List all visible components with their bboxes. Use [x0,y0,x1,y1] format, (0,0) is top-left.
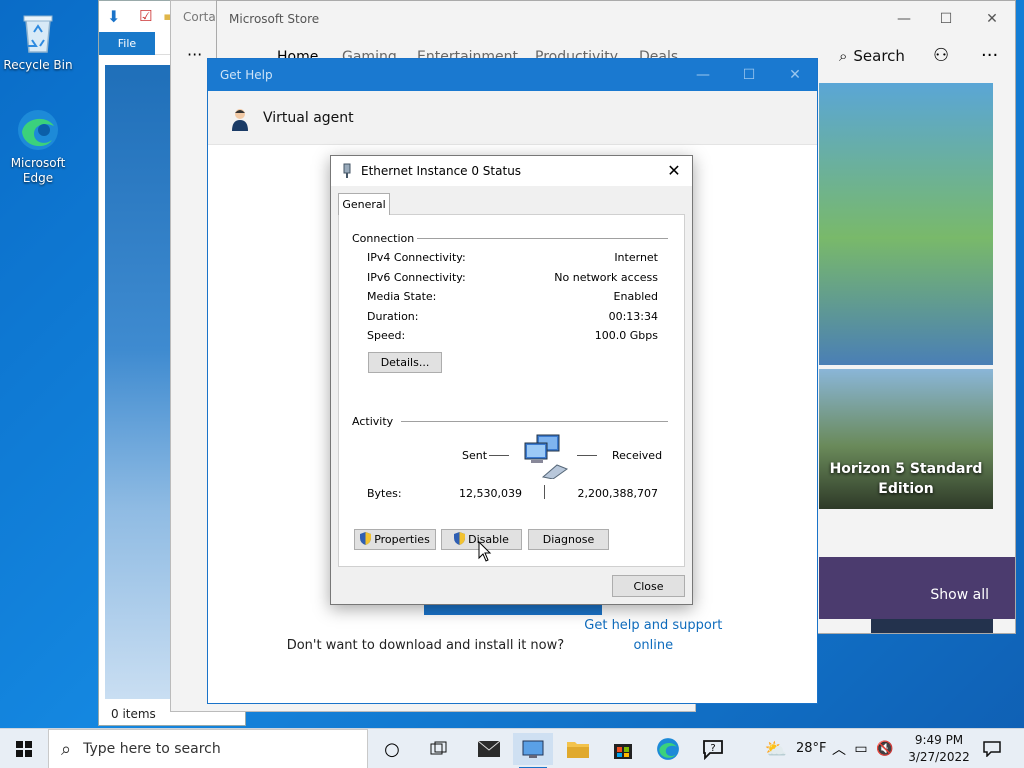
taskbar-search-placeholder: Type here to search [83,741,221,757]
desktop-icon-edge[interactable]: Microsoft Edge [0,106,76,186]
received-line [577,455,597,456]
agent-avatar-icon [230,107,250,135]
activity-group-label: Activity [352,415,394,428]
uac-shield-icon [454,531,466,548]
clock-date: 3/27/2022 [908,750,970,764]
chevron-up-icon[interactable]: ︿ [828,733,850,765]
speed-value: 100.0 Gbps [594,329,658,342]
speed-label: Speed: [367,329,406,342]
file-explorer-icon[interactable] [558,733,598,765]
uac-shield-icon [360,531,372,548]
desktop-icon-recycle-bin[interactable]: Recycle Bin [0,8,76,73]
mail-icon[interactable] [469,733,509,765]
ethernet-close-x-button[interactable]: ✕ [664,160,684,180]
bytes-received-value: 2,200,388,707 [577,487,658,500]
get-help-online-link[interactable]: Get help and support online [568,616,738,656]
recycle-bin-label: Recycle Bin [3,58,73,72]
close-button[interactable]: ✕ [969,7,1015,31]
download-arrow-icon[interactable]: ⬇ [107,7,120,26]
get-help-titlebar: Get Help — ☐ ✕ [208,59,817,91]
ipv4-label: IPv4 Connectivity: [367,251,466,264]
edge-icon [14,106,62,154]
store-search-button[interactable]: ⌕ Search [839,47,905,65]
connection-divider [417,238,668,239]
taskbar: ⌕ Type here to search ○ ? ⛅ 28°F ︿ ▭ 🔇 9… [0,728,1024,768]
get-help-close-button[interactable]: ✕ [772,65,818,85]
sent-label: Sent [462,449,488,462]
cortana-more-icon[interactable]: ··· [187,45,202,64]
details-button[interactable]: Details... [368,352,442,373]
get-help-minimize-button[interactable]: — [680,65,726,85]
store-promo-tile-horizon[interactable]: Horizon 5 Standard Edition [819,369,993,509]
ipv4-value: Internet [614,251,658,264]
activity-divider [401,421,668,422]
cortana-title: Cortar [183,10,221,24]
horizon-tile-caption: Horizon 5 Standard Edition [829,461,983,497]
checkbox-icon[interactable]: ☑ [139,7,152,25]
weather-temperature[interactable]: 28°F [796,741,827,756]
network-status-taskbar-icon[interactable] [513,733,553,768]
store-promo-tile-cartoon[interactable] [819,83,993,365]
duration-label: Duration: [367,310,419,323]
bytes-divider [544,485,545,499]
bytes-sent-value: 12,530,039 [459,487,522,500]
edge-taskbar-icon[interactable] [648,733,688,765]
tab-general[interactable]: General [338,193,390,215]
network-adapter-icon [341,163,353,183]
help-text: Don't want to download and install it no… [208,616,817,656]
explorer-status-text: 0 items [111,707,156,721]
search-icon: ⌕ [839,47,848,65]
notifications-icon[interactable] [972,733,1012,765]
taskbar-search-box[interactable]: ⌕ Type here to search [48,729,368,768]
ethernet-title: Ethernet Instance 0 Status [361,164,522,178]
ipv6-value: No network access [554,271,658,284]
svg-text:?: ? [710,743,715,754]
ethernet-status-dialog[interactable]: Ethernet Instance 0 Status ✕ General Con… [330,155,693,605]
connection-group-label: Connection [352,232,415,245]
mouse-cursor-icon [478,540,492,566]
taskbar-clock[interactable]: 9:49 PM 3/27/2022 [904,732,974,766]
volume-muted-icon[interactable]: 🔇 [874,733,896,765]
store-title: Microsoft Store [229,12,320,26]
store-more-icon[interactable]: ··· [981,45,998,66]
properties-label: Properties [374,533,430,546]
sent-line [489,455,509,456]
diagnose-button[interactable]: Diagnose [528,529,609,550]
network-computers-icon [523,433,571,483]
media-state-value: Enabled [613,290,658,303]
clock-time: 9:49 PM [914,733,964,747]
duration-value: 00:13:34 [608,310,658,323]
start-button[interactable] [4,733,44,765]
ipv6-label: IPv6 Connectivity: [367,271,466,284]
virtual-agent-header: Virtual agent [208,91,817,145]
network-tray-icon[interactable]: ▭ [850,733,872,765]
task-view-icon[interactable] [419,733,459,765]
received-label: Received [612,449,663,462]
search-icon: ⌕ [61,738,72,760]
show-all-link[interactable]: Show all [930,587,989,603]
ethernet-titlebar: Ethernet Instance 0 Status ✕ [331,156,692,186]
close-dialog-button[interactable]: Close [612,575,685,597]
minimize-button[interactable]: — [881,7,927,31]
virtual-agent-name: Virtual agent [263,110,354,126]
windows-logo-icon [16,741,32,757]
microsoft-store-icon[interactable] [603,733,643,765]
cortana-circle-icon[interactable]: ○ [372,733,412,765]
help-prompt: Don't want to download and install it no… [286,638,565,653]
bytes-label: Bytes: [367,487,402,500]
get-help-title: Get Help [220,68,273,82]
media-state-label: Media State: [367,290,437,303]
general-panel: Connection IPv4 Connectivity: Internet I… [338,214,685,567]
properties-button[interactable]: Properties [354,529,436,550]
file-tab[interactable]: File [99,32,155,55]
get-help-taskbar-icon[interactable]: ? [693,733,733,765]
get-help-maximize-button[interactable]: ☐ [726,65,772,85]
recycle-bin-icon [14,8,62,56]
weather-icon[interactable]: ⛅ [756,733,796,765]
edge-label: Microsoft Edge [10,156,66,185]
store-search-label: Search [853,47,905,65]
store-collection-thumb[interactable] [871,619,993,633]
maximize-button[interactable]: ☐ [923,7,969,31]
account-icon[interactable]: ⚇ [933,45,949,66]
